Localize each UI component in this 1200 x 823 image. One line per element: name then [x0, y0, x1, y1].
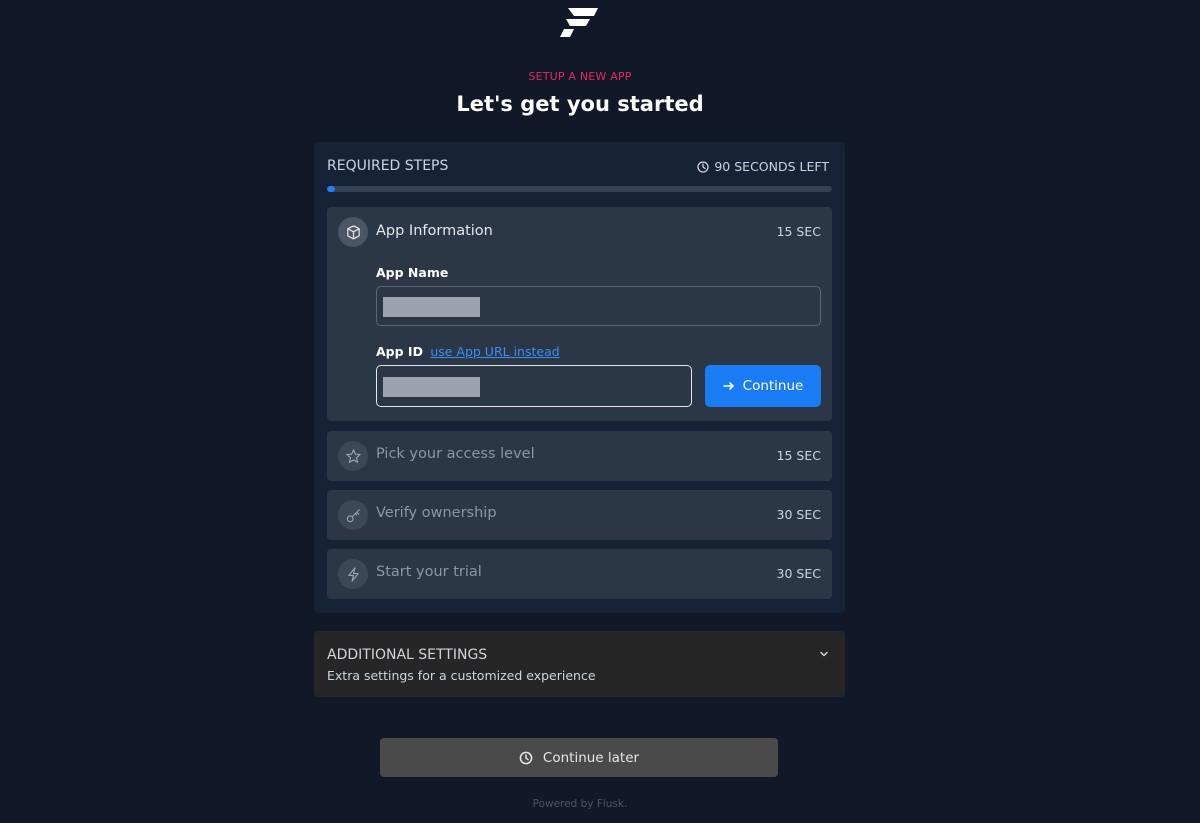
- setup-eyebrow: SETUP A NEW APP: [528, 70, 632, 83]
- continue-later-label: Continue later: [542, 749, 640, 766]
- step-time: 30 SEC: [776, 507, 821, 522]
- app-id-label-row: App ID use App URL instead: [376, 344, 560, 359]
- step-label: Start your trial: [376, 564, 482, 580]
- app-name-input[interactable]: [376, 286, 821, 326]
- step-icon-circle: [338, 441, 368, 471]
- powered-by: Powered by Flusk.: [532, 798, 628, 810]
- redacted-value: [383, 297, 480, 317]
- additional-settings-card[interactable]: ADDITIONAL SETTINGS Extra settings for a…: [314, 631, 845, 697]
- app-id-input[interactable]: [376, 365, 692, 407]
- step-label: Pick your access level: [376, 446, 535, 462]
- flusk-logo: [560, 8, 598, 37]
- required-steps-title: REQUIRED STEPS: [327, 158, 449, 174]
- clock-icon: [519, 751, 533, 764]
- steps-progress-bar: [327, 186, 832, 192]
- step-time: 30 SEC: [776, 566, 821, 581]
- continue-button[interactable]: Continue: [705, 365, 821, 407]
- step-icon-circle: [338, 500, 368, 530]
- app-id-label: App ID: [376, 344, 423, 359]
- required-steps-card: REQUIRED STEPS 90 SECONDS LEFT App Infor…: [314, 142, 845, 613]
- step-label: App Information: [376, 223, 493, 239]
- step-label: Verify ownership: [376, 505, 497, 521]
- step-icon-circle: [338, 559, 368, 589]
- additional-settings-title: ADDITIONAL SETTINGS: [327, 647, 488, 663]
- page-title: Let's get you started: [456, 92, 704, 116]
- continue-label: Continue: [742, 378, 804, 394]
- chevron-down-icon[interactable]: [818, 648, 830, 660]
- additional-settings-subtitle: Extra settings for a customized experien…: [327, 668, 596, 683]
- step-start-trial[interactable]: Start your trial 30 SEC: [327, 549, 832, 599]
- timer: 90 SECONDS LEFT: [697, 159, 829, 174]
- continue-later-button[interactable]: Continue later: [380, 738, 778, 777]
- timer-text: 90 SECONDS LEFT: [714, 159, 829, 174]
- arrow-right-icon: [722, 382, 734, 390]
- step-time: 15 SEC: [776, 224, 821, 239]
- step-verify-ownership[interactable]: Verify ownership 30 SEC: [327, 490, 832, 540]
- use-app-url-link[interactable]: use App URL instead: [430, 344, 559, 359]
- step-icon-circle: [338, 217, 368, 247]
- clock-icon: [697, 160, 710, 173]
- app-name-label: App Name: [376, 265, 449, 280]
- step-access-level[interactable]: Pick your access level 15 SEC: [327, 431, 832, 481]
- cube-icon: [346, 224, 360, 240]
- step-app-information: App Information 15 SEC App Name App ID u…: [327, 207, 832, 421]
- redacted-value: [383, 377, 480, 397]
- key-icon: [346, 508, 360, 522]
- star-icon: [345, 448, 361, 463]
- lightning-icon: [347, 566, 359, 582]
- steps-progress-fill: [327, 186, 335, 192]
- step-time: 15 SEC: [776, 448, 821, 463]
